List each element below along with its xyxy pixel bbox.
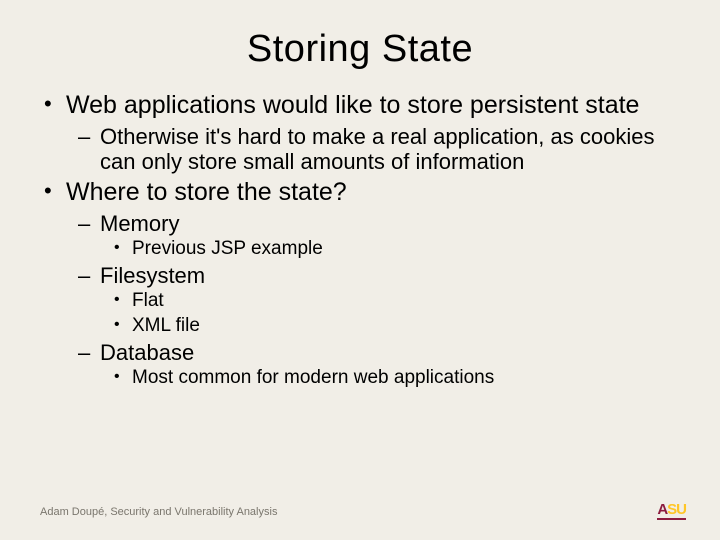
subsub-text: Previous JSP example	[132, 238, 323, 259]
sub-item: Otherwise it's hard to make a real appli…	[76, 124, 680, 175]
bullet-item: Where to store the state? Memory Previou…	[40, 178, 680, 390]
subsub-list: Most common for modern web applications	[112, 367, 680, 390]
sub-list: Memory Previous JSP example Filesystem F…	[76, 211, 680, 390]
subsub-item: Flat	[112, 290, 680, 313]
bullet-text: Web applications would like to store per…	[66, 91, 639, 119]
subsub-item: Previous JSP example	[112, 238, 680, 261]
logo-a: A	[657, 501, 667, 518]
logo-su: SU	[667, 501, 686, 518]
sub-text: Database	[100, 340, 194, 365]
subsub-list: Flat XML file	[112, 290, 680, 338]
logo-underline	[657, 518, 686, 520]
asu-logo: ASU	[657, 502, 686, 520]
subsub-text: Flat	[132, 290, 164, 311]
subsub-text: Most common for modern web applications	[132, 367, 494, 388]
slide-title: Storing State	[40, 28, 680, 71]
sub-item: Filesystem Flat XML file	[76, 263, 680, 338]
sub-text: Memory	[100, 211, 179, 236]
sub-text: Otherwise it's hard to make a real appli…	[100, 124, 654, 174]
footer-text: Adam Doupé, Security and Vulnerability A…	[40, 506, 277, 518]
subsub-list: Previous JSP example	[112, 238, 680, 261]
sub-text: Filesystem	[100, 263, 205, 288]
slide: Storing State Web applications would lik…	[0, 0, 720, 540]
sub-item: Database Most common for modern web appl…	[76, 340, 680, 390]
subsub-item: Most common for modern web applications	[112, 367, 680, 390]
subsub-item: XML file	[112, 315, 680, 338]
subsub-text: XML file	[132, 315, 200, 336]
sub-list: Otherwise it's hard to make a real appli…	[76, 124, 680, 175]
bullet-item: Web applications would like to store per…	[40, 91, 680, 174]
sub-item: Memory Previous JSP example	[76, 211, 680, 261]
bullet-list: Web applications would like to store per…	[40, 91, 680, 390]
bullet-text: Where to store the state?	[66, 178, 347, 206]
